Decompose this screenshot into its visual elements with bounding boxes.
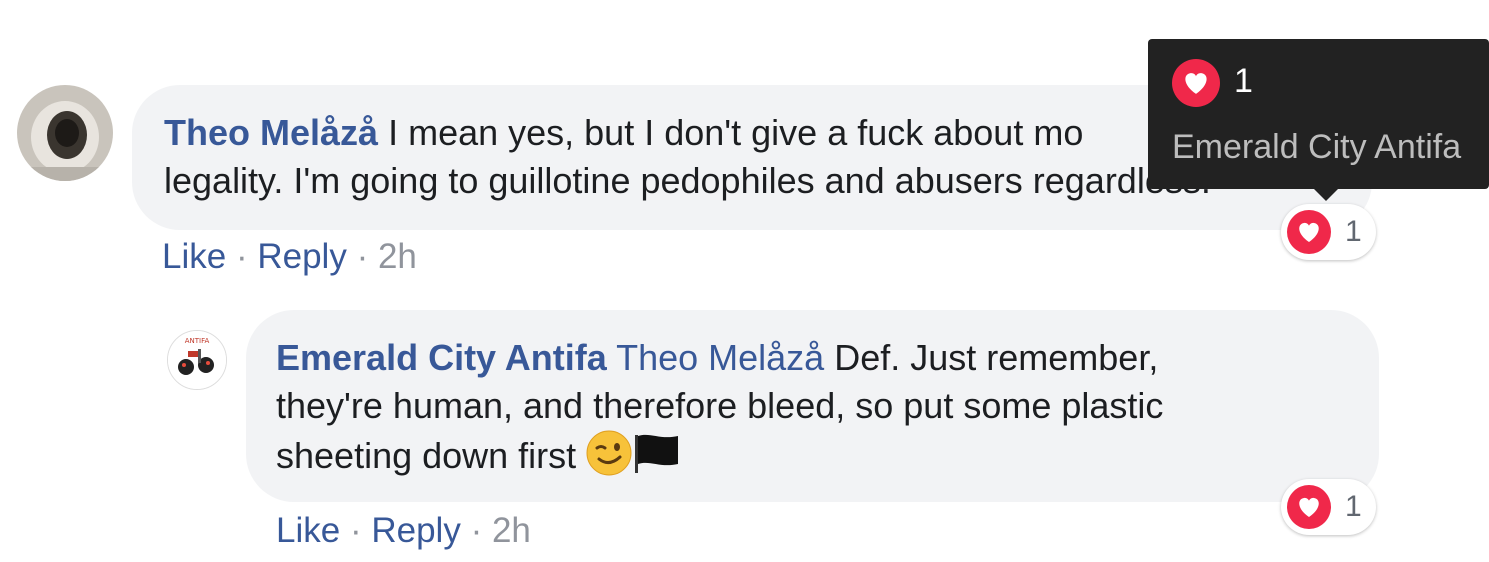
separator: · [356, 237, 369, 276]
svg-text:ANTIFA: ANTIFA [185, 337, 210, 345]
winking-face-icon [586, 430, 632, 476]
separator: · [470, 511, 483, 550]
reply-actions: Like · Reply · 2h [276, 511, 531, 551]
reaction-summary[interactable]: 1 [1281, 204, 1376, 260]
reaction-count: 1 [1345, 215, 1362, 248]
mention-link[interactable]: Theo Melåzå [616, 337, 824, 378]
like-link[interactable]: Like [276, 511, 340, 550]
reaction-count: 1 [1345, 490, 1362, 523]
reply-link[interactable]: Reply [371, 511, 460, 550]
reply-link[interactable]: Reply [257, 237, 346, 276]
comment-body-line2: legality. I'm going to guillotine pedoph… [164, 160, 1211, 201]
comment-actions: Like · Reply · 2h [162, 237, 417, 277]
comment-body: I mean yes, but I don't give a fuck abou… [388, 112, 1084, 153]
avatar-emerald-city-antifa[interactable]: ANTIFA [167, 330, 227, 390]
reply-body-line1: Def. Just remember, [834, 337, 1159, 378]
comment-text: Theo Melåzå I mean yes, but I don't give… [164, 109, 1211, 205]
timestamp[interactable]: 2h [492, 511, 531, 550]
heart-icon [1172, 59, 1220, 107]
tooltip-caret [1314, 189, 1338, 201]
separator: · [235, 237, 248, 276]
reply-bubble: Emerald City Antifa Theo Melåzå Def. Jus… [246, 310, 1379, 502]
reply-text: Emerald City Antifa Theo Melåzå Def. Jus… [276, 334, 1163, 480]
reply-body-line2: they're human, and therefore bleed, so p… [276, 385, 1164, 426]
avatar-theo[interactable] [17, 85, 113, 181]
tooltip-name: Emerald City Antifa [1172, 128, 1462, 166]
heart-icon [1287, 210, 1331, 254]
comment-author[interactable]: Theo Melåzå [164, 112, 378, 153]
reaction-tooltip: 1 Emerald City Antifa [1148, 39, 1489, 201]
reaction-summary[interactable]: 1 [1281, 479, 1376, 535]
like-link[interactable]: Like [162, 237, 226, 276]
timestamp[interactable]: 2h [378, 237, 417, 276]
reply-author[interactable]: Emerald City Antifa [276, 337, 607, 378]
tooltip-count: 1 [1234, 62, 1253, 100]
separator: · [349, 511, 362, 550]
reply-body-line3: sheeting down first [276, 435, 577, 476]
black-flag-icon [635, 434, 679, 473]
heart-icon [1287, 485, 1331, 529]
